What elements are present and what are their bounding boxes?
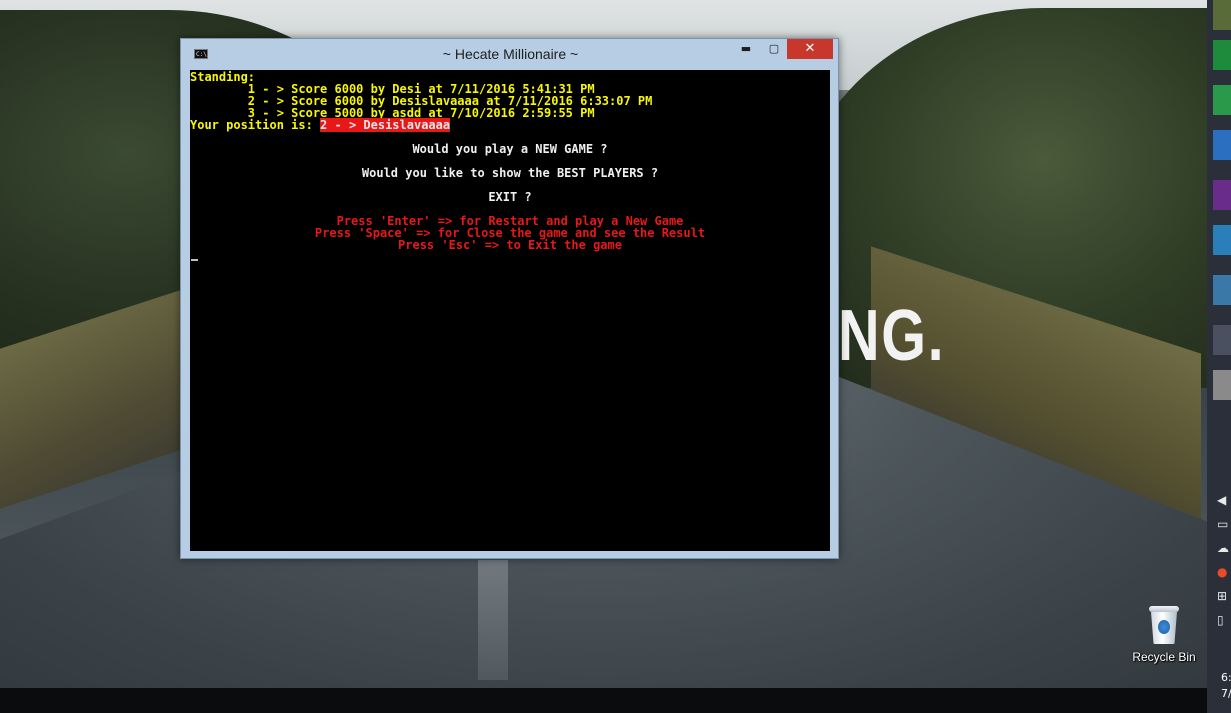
clock-date: 7/1 bbox=[1221, 687, 1231, 700]
position-line: Your position is: 2 - > Desislavaaaa bbox=[190, 118, 451, 132]
battery-icon[interactable]: ▯ bbox=[1217, 613, 1224, 627]
windows-icon[interactable]: ⊞ bbox=[1217, 589, 1227, 603]
taskbar-app-2[interactable] bbox=[1213, 40, 1231, 70]
position-value: 2 - > Desislavaaaa bbox=[320, 118, 451, 132]
wallpaper-text: NG. bbox=[838, 296, 946, 376]
menu-exit: EXIT ? bbox=[488, 190, 532, 204]
taskbar-app-console[interactable] bbox=[1213, 370, 1231, 400]
console-output[interactable]: Standing: 1 - > Score 6000 by Desi at 7/… bbox=[190, 70, 830, 551]
console-window[interactable]: C:\ ~ Hecate Millionaire ~ ▬ ▢ ✕ Standin… bbox=[180, 38, 839, 559]
recycle-bin-icon bbox=[1148, 604, 1180, 644]
taskbar-app-4[interactable] bbox=[1213, 130, 1231, 160]
menu-best-players: Would you like to show the BEST PLAYERS … bbox=[361, 166, 659, 180]
taskbar-app-7[interactable] bbox=[1213, 275, 1231, 305]
taskbar: ◀ ▭ ☁ ● ⊞ ▯ 6: 7/1 bbox=[1207, 0, 1231, 713]
minimize-button[interactable]: ▬ bbox=[733, 39, 759, 59]
maximize-button[interactable]: ▢ bbox=[761, 39, 787, 59]
taskbar-app-5[interactable] bbox=[1213, 180, 1231, 210]
taskbar-app-3[interactable] bbox=[1213, 85, 1231, 115]
volume-icon[interactable]: ◀ bbox=[1217, 493, 1226, 507]
taskbar-app-1[interactable] bbox=[1213, 0, 1231, 30]
taskbar-clock[interactable]: 6: 7/1 bbox=[1221, 670, 1231, 702]
menu-new-game: Would you play a NEW GAME ? bbox=[412, 142, 608, 156]
recycle-bin-label: Recycle Bin bbox=[1132, 650, 1196, 664]
close-button[interactable]: ✕ bbox=[787, 39, 833, 59]
hint-esc: Press 'Esc' => to Exit the game bbox=[398, 238, 622, 252]
taskbar-app-6[interactable] bbox=[1213, 225, 1231, 255]
wallpaper-road-line bbox=[478, 560, 508, 680]
clock-time: 6: bbox=[1221, 671, 1231, 684]
notification-icon[interactable]: ● bbox=[1217, 565, 1227, 579]
recycle-bin-shortcut[interactable]: Recycle Bin bbox=[1128, 604, 1200, 664]
weather-icon[interactable]: ☁ bbox=[1217, 541, 1229, 555]
desktop-bottom-strip bbox=[0, 688, 1208, 713]
text-cursor bbox=[191, 259, 198, 261]
network-icon[interactable]: ▭ bbox=[1217, 517, 1228, 531]
window-titlebar[interactable]: C:\ ~ Hecate Millionaire ~ ▬ ▢ ✕ bbox=[181, 39, 838, 69]
position-label: Your position is: bbox=[190, 118, 321, 132]
taskbar-app-8[interactable] bbox=[1213, 325, 1231, 355]
